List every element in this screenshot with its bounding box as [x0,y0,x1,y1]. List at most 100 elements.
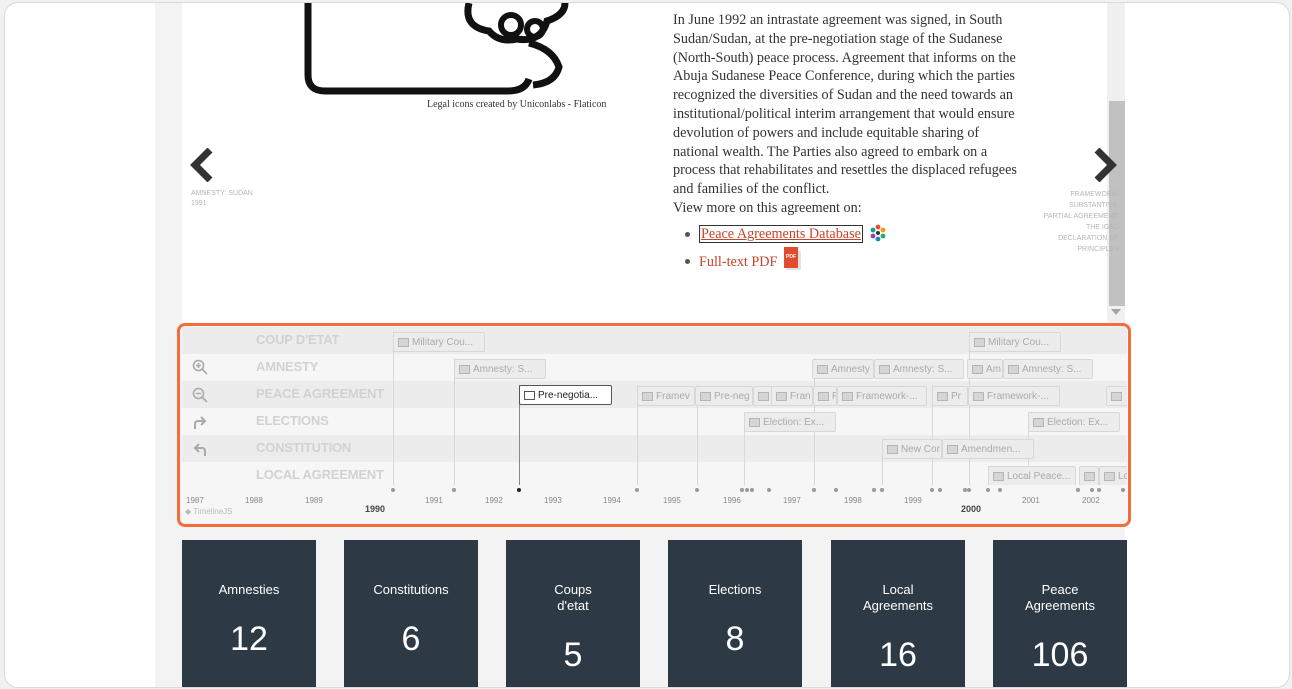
previous-slide-title: AMNESTY: SUDAN [191,190,253,197]
card-title: Coups d'etat [554,582,592,613]
list-item: Full-text PDF PDF [683,246,1023,272]
axis-year-label: 1997 [783,496,801,505]
card-elections[interactable]: Elections 8 [668,540,802,687]
axis-year-label: 1988 [245,496,263,505]
card-count: 16 [879,636,917,674]
timeline-marker[interactable]: Election: Ex... [1028,412,1120,432]
axis-year-label: 1987 [186,496,204,505]
axis-event-dot [967,488,971,492]
zoom-out-icon[interactable] [192,387,208,403]
card-local-agreements[interactable]: Local Agreements 16 [831,540,965,687]
axis-event-dot [1090,488,1094,492]
marker-line [393,331,394,487]
axis-year-label: 2002 [1082,496,1100,505]
card-peace-agreements[interactable]: Peace Agreements 106 [993,540,1127,687]
card-coups[interactable]: Coups d'etat 5 [506,540,640,687]
timeline-navigator[interactable]: COUP D'ETAT AMNESTY PEACE AGREEMENT ELEC… [182,327,1127,523]
timeline-marker[interactable]: Local Peace... [988,466,1076,486]
zoom-in-icon[interactable] [192,359,208,375]
axis-year-label: 1998 [844,496,862,505]
card-title: Peace Agreements [1024,582,1096,613]
timelinejs-brand[interactable]: ◆ TimelineJS [185,507,233,516]
axis-year-label: 1993 [544,496,562,505]
axis-year-label: 1989 [305,496,323,505]
timeline-marker[interactable]: Framework-... [968,386,1060,406]
redo-icon[interactable] [192,415,208,431]
timeline-marker[interactable]: New Cor [882,439,942,459]
axis-year-label: 1994 [603,496,621,505]
axis-major-year-label: 1990 [365,504,386,514]
scroll-down-arrow-icon[interactable] [1111,309,1121,315]
back-to-start-icon[interactable] [192,442,208,458]
icon-credit: Legal icons created by Uniconlabs - Flat… [427,99,607,110]
timeline-marker[interactable]: Lo [1099,466,1127,486]
previous-slide-year: 1991 [191,200,207,207]
card-title: Amnesties [218,582,280,597]
timeline-marker[interactable]: F [813,386,837,406]
timeline-marker-selected[interactable]: Pre-negotia... [519,385,612,405]
timeline-marker[interactable]: Amnesty: S... [874,359,964,379]
database-logo-icon [871,224,886,242]
axis-event-dot-active [517,488,521,492]
axis-event-dot [750,488,754,492]
axis-event-dot [872,488,876,492]
timeline-marker[interactable]: Amendmen... [942,439,1034,459]
row-label-elections: ELECTIONS [256,413,329,428]
timelinejs-brand-text: TimelineJS [193,507,233,516]
card-title: Elections [708,582,762,597]
card-title: Constitutions [373,582,449,597]
legal-seal-icon [304,3,569,95]
pdf-icon: PDF [784,246,801,270]
card-amnesties[interactable]: Amnesties 12 [182,540,316,687]
timeline-time-axis[interactable]: 1987 1988 1989 1990 1991 1992 1993 1994 … [182,485,1127,523]
timeline-marker[interactable] [1079,466,1099,486]
timeline-marker[interactable] [1106,386,1127,406]
row-label-constitution: CONSTITUTION [256,440,352,455]
axis-year-label: 1996 [723,496,741,505]
timeline-marker[interactable]: Am [967,359,1003,379]
axis-event-dot [1076,488,1080,492]
card-title: Local Agreements [862,582,934,613]
pdf-icon-label: PDF [784,246,798,268]
next-slide-chevron-icon[interactable] [1093,148,1117,182]
axis-event-dot [812,488,816,492]
card-count: 12 [230,620,268,658]
axis-event-dot [767,488,771,492]
next-slide-title[interactable]: FRAMEWORK-SUBSTANTIVE, PARTIAL AGREEMENT… [1041,189,1119,255]
axis-event-dot [880,488,884,492]
axis-year-label: 1992 [485,496,503,505]
axis-event-dot [745,488,749,492]
agreement-description: In June 1992 an intrastate agreement was… [673,11,1023,278]
axis-event-dot [938,488,942,492]
timeline-marker[interactable]: Framev [637,386,695,406]
axis-event-dot [998,488,1002,492]
view-more-text: View more on this agreement on: [673,199,862,216]
axis-event-dot [695,488,699,492]
timeline-marker[interactable]: Pre-neg [695,386,753,406]
timeline-marker[interactable]: Framework-... [837,386,927,406]
card-count: 6 [401,620,421,658]
timeline-marker[interactable]: Military Cou... [969,332,1061,352]
timeline-marker[interactable]: Military Cou... [393,332,485,352]
timeline-marker[interactable]: Amnesty [812,359,874,379]
timeline-marker[interactable]: Amnesty: S... [1003,359,1093,379]
peace-agreements-database-link[interactable]: Peace Agreements Database [699,224,863,243]
previous-slide-label[interactable]: AMNESTY: SUDAN 1991 [191,189,253,209]
timeline-marker[interactable]: Election: Ex... [744,412,836,432]
card-count: 8 [725,620,745,658]
row-label-coup: COUP D'ETAT [256,332,340,347]
screenshot-frame: Legal icons created by Uniconlabs - Flat… [4,2,1290,688]
timeline-marker[interactable]: Fran [771,386,813,406]
axis-year-label: 1995 [663,496,681,505]
timeline-marker[interactable]: Amnesty: S... [454,359,546,379]
timeline-marker[interactable] [753,386,773,406]
axis-event-dot [635,488,639,492]
card-constitutions[interactable]: Constitutions 6 [344,540,478,687]
axis-event-dot [930,488,934,492]
timeline-marker[interactable]: Pr [932,386,968,406]
axis-event-dot [391,488,395,492]
description-paragraph: In June 1992 an intrastate agreement was… [673,12,1017,198]
axis-year-label: 1999 [904,496,922,505]
previous-slide-chevron-icon[interactable] [190,148,214,182]
full-text-pdf-link[interactable]: Full-text PDF [699,254,777,270]
